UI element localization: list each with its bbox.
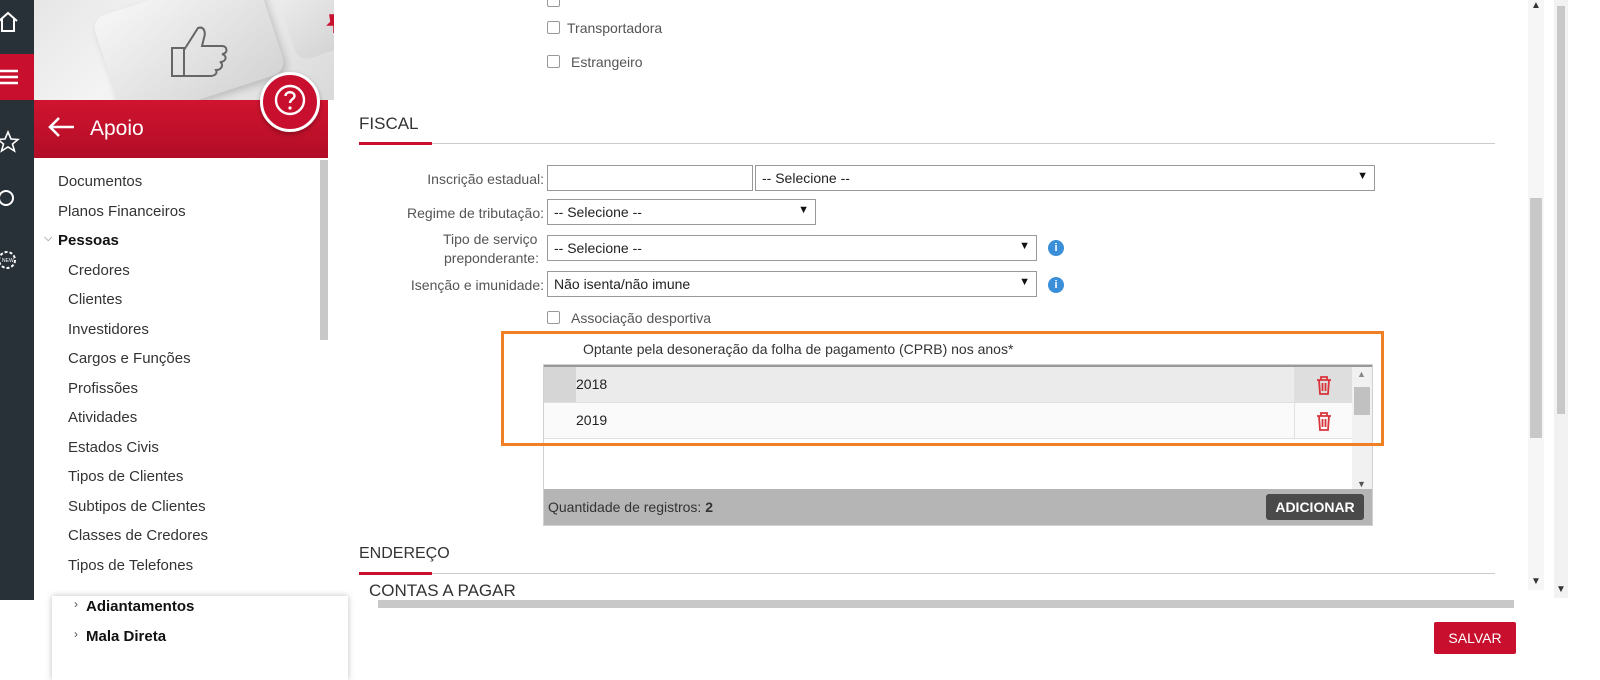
inscricao-estadual-select[interactable]: -- Selecione -- ▼ <box>755 165 1375 191</box>
scroll-up-icon[interactable]: ▲ <box>1531 0 1541 11</box>
chevron-down-icon[interactable]: ⌵ <box>44 232 52 245</box>
estrangeiro-label: Estrangeiro <box>571 54 643 70</box>
new-settings-icon[interactable]: NEW <box>0 240 34 280</box>
inscricao-estadual-label: Inscrição estadual: <box>427 171 544 187</box>
thumbs-up-icon <box>171 26 228 77</box>
sidebar-item-documentos[interactable]: Documentos <box>58 173 142 190</box>
sidebar-item-adiantamentos[interactable]: Adiantamentos <box>86 598 194 615</box>
regime-tributacao-label: Regime de tributação: <box>407 205 544 221</box>
isencao-imunidade-select[interactable]: Não isenta/não imune ▼ <box>547 271 1037 297</box>
sidebar-item-tipos-telefones[interactable]: Tipos de Telefones <box>68 557 193 574</box>
horizontal-scrollbar[interactable] <box>378 600 1514 608</box>
sidebar-item-tipos-clientes[interactable]: Tipos de Clientes <box>68 468 183 485</box>
sidebar-item-mala-direta[interactable]: Mala Direta <box>86 628 166 645</box>
icon-rail: NEW <box>0 0 34 600</box>
sidebar-bottom-panel: › Adiantamentos › Mala Direta <box>52 596 348 680</box>
associacao-desportiva-label: Associação desportiva <box>571 310 712 326</box>
sidebar-item-credores[interactable]: Credores <box>68 262 130 279</box>
content-scrollbar[interactable]: ▲ ▼ <box>1528 0 1544 590</box>
section-accent <box>359 142 432 145</box>
tipo-servico-select[interactable]: -- Selecione -- ▼ <box>547 235 1037 261</box>
transportadora-checkbox[interactable] <box>547 21 560 34</box>
circle-icon[interactable] <box>0 178 34 218</box>
keycap-decoration <box>273 0 334 62</box>
scroll-down-icon[interactable]: ▼ <box>1531 576 1541 587</box>
sidebar-item-subtipos-clientes[interactable]: Subtipos de Clientes <box>68 498 206 515</box>
record-count-value: 2 <box>705 499 714 515</box>
sidebar-item-pessoas[interactable]: Pessoas <box>58 232 119 249</box>
scroll-down-icon[interactable]: ▼ <box>1357 479 1366 489</box>
dropdown-arrow-icon: ▼ <box>1357 170 1368 182</box>
sidebar-item-cargos-funcoes[interactable]: Cargos e Funções <box>68 350 191 367</box>
tipo-servico-label-line2: preponderante: <box>444 250 539 266</box>
dropdown-arrow-icon: ▼ <box>1019 240 1030 252</box>
page-scrollbar[interactable]: ▼ <box>1554 0 1568 598</box>
endereco-section-title[interactable]: ENDEREÇO <box>359 545 450 563</box>
svg-text:NEW: NEW <box>2 258 14 264</box>
info-icon[interactable]: i <box>1048 240 1064 256</box>
highlight-box <box>501 331 1384 446</box>
main-content: Transportadora Estrangeiro FISCAL Inscri… <box>340 0 1540 608</box>
contas-pagar-section-title[interactable]: CONTAS A PAGAR <box>369 581 516 601</box>
section-accent <box>359 572 432 575</box>
sidebar-item-profissoes[interactable]: Profissões <box>68 380 138 397</box>
sidebar-item-clientes[interactable]: Clientes <box>68 291 122 308</box>
sidebar-item-atividades[interactable]: Atividades <box>68 409 137 426</box>
sidebar-item-estados-civis[interactable]: Estados Civis <box>68 439 159 456</box>
grid-footer: Quantidade de registros: 2 ADICIONAR <box>544 489 1372 525</box>
select-value: -- Selecione -- <box>554 240 642 256</box>
tipo-servico-label-line1: Tipo de serviço <box>443 231 538 247</box>
select-value: -- Selecione -- <box>554 204 642 220</box>
sidebar-title: Apoio <box>90 117 144 140</box>
record-count-label: Quantidade de registros: <box>548 499 702 515</box>
sidebar-item-planos-financeiros[interactable]: Planos Financeiros <box>58 203 186 220</box>
home-icon[interactable] <box>0 2 34 42</box>
back-arrow-icon[interactable] <box>46 115 76 144</box>
dropdown-arrow-icon: ▼ <box>1019 276 1030 288</box>
select-value: -- Selecione -- <box>762 170 850 186</box>
fiscal-section-title[interactable]: FISCAL <box>359 114 419 134</box>
record-count: Quantidade de registros: 2 <box>548 499 713 515</box>
section-divider <box>359 143 1495 144</box>
question-icon <box>273 83 307 122</box>
estrangeiro-checkbox[interactable] <box>547 55 560 68</box>
transportadora-label: Transportadora <box>567 20 663 36</box>
isencao-imunidade-label: Isenção e imunidade: <box>410 277 544 293</box>
page-scroll-thumb[interactable] <box>1557 6 1565 414</box>
associacao-desportiva-checkbox[interactable] <box>547 311 560 324</box>
section-divider <box>359 573 1495 574</box>
save-button[interactable]: SALVAR <box>1434 622 1516 654</box>
dropdown-arrow-icon: ▼ <box>798 204 809 216</box>
chevron-right-icon[interactable]: › <box>74 597 78 611</box>
content-scroll-thumb[interactable] <box>1530 198 1542 438</box>
regime-tributacao-select[interactable]: -- Selecione -- ▼ <box>547 199 816 225</box>
inscricao-estadual-input[interactable] <box>547 165 753 191</box>
checkbox-hidden[interactable] <box>547 0 560 7</box>
add-button[interactable]: ADICIONAR <box>1266 494 1364 520</box>
sidebar-scrollbar[interactable] <box>320 160 328 340</box>
sidebar-item-investidores[interactable]: Investidores <box>68 321 149 338</box>
chevron-right-icon[interactable]: › <box>74 627 78 641</box>
info-icon[interactable]: i <box>1048 277 1064 293</box>
pin-icon[interactable] <box>326 14 334 39</box>
help-button[interactable] <box>260 72 320 132</box>
star-icon[interactable] <box>0 122 34 162</box>
menu-icon[interactable] <box>0 54 34 100</box>
sidebar-item-classes-credores[interactable]: Classes de Credores <box>68 527 208 544</box>
scroll-down-icon[interactable]: ▼ <box>1556 584 1566 595</box>
select-value: Não isenta/não imune <box>554 276 691 292</box>
